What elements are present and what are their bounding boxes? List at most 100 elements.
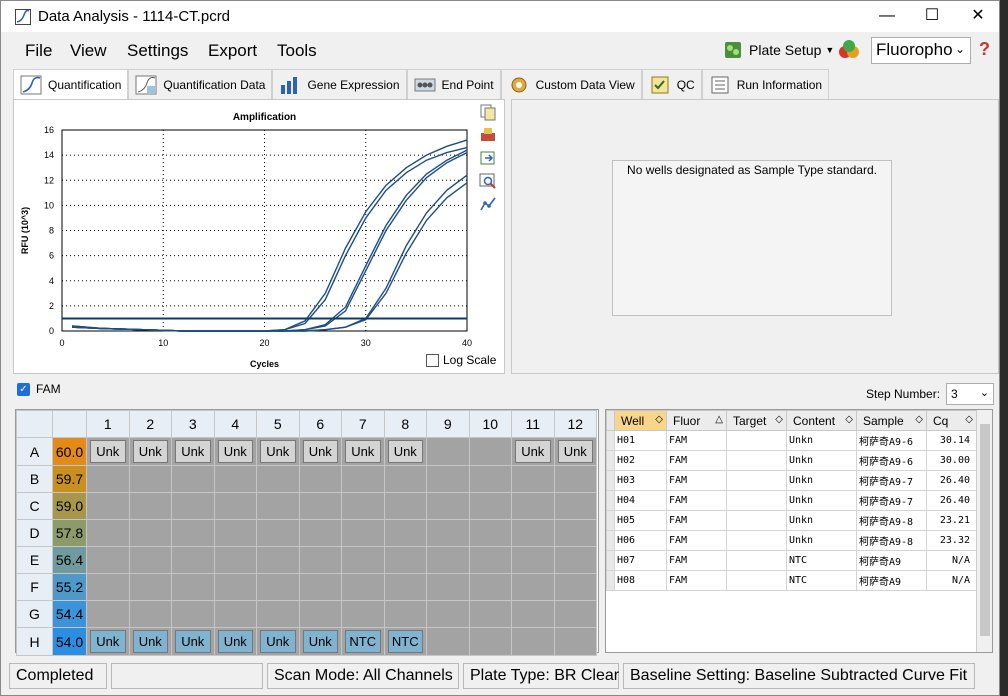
plate-well[interactable] [426, 573, 470, 601]
plate-well[interactable] [383, 519, 427, 547]
plate-well[interactable] [213, 519, 257, 547]
plate-column-header[interactable]: 3 [171, 410, 215, 438]
row-selector[interactable] [606, 430, 615, 451]
row-selector[interactable] [606, 530, 615, 551]
plate-well[interactable] [213, 573, 257, 601]
sort-icon[interactable]: ◇ [775, 414, 783, 425]
fluorophore-color-icon[interactable] [837, 38, 861, 62]
plate-well[interactable] [341, 519, 385, 547]
plate-well[interactable] [553, 546, 597, 574]
tab-quantification-data[interactable]: Quantification Data [128, 69, 273, 99]
plate-column-header[interactable]: 2 [128, 410, 172, 438]
plate-well[interactable] [128, 519, 172, 547]
sort-icon[interactable]: ◇ [915, 414, 923, 425]
help-icon[interactable]: ? [979, 39, 990, 60]
plate-well[interactable] [468, 600, 512, 628]
plate-well[interactable] [213, 546, 257, 574]
plate-row-header[interactable]: G [16, 600, 53, 628]
plate-row-header[interactable]: D [16, 519, 53, 547]
plate-well[interactable] [511, 465, 555, 493]
plate-well[interactable] [553, 519, 597, 547]
table-row[interactable]: H07 FAM NTC 柯萨奇A9 N/A [606, 550, 977, 571]
plate-well[interactable] [383, 600, 427, 628]
plate-column-header[interactable]: 10 [468, 410, 512, 438]
plate-well[interactable] [426, 627, 470, 656]
plate-well[interactable] [511, 573, 555, 601]
plate-corner[interactable] [16, 410, 53, 438]
well-table-scrollbar[interactable] [976, 410, 992, 652]
plate-well[interactable] [426, 465, 470, 493]
plate-row-header[interactable]: C [16, 492, 53, 520]
table-row[interactable]: H01 FAM Unkn 柯萨奇A9-6 30.14 [606, 430, 977, 451]
plate-well[interactable]: Unk [511, 437, 555, 466]
plate-well[interactable] [341, 546, 385, 574]
menu-tools[interactable]: Tools [277, 41, 317, 61]
menu-export[interactable]: Export [208, 41, 257, 61]
plate-well[interactable] [213, 600, 257, 628]
plate-well[interactable] [86, 600, 130, 628]
plate-column-header[interactable]: 11 [511, 410, 555, 438]
menu-file[interactable]: File [25, 41, 52, 61]
plate-well[interactable] [171, 573, 215, 601]
plate-well[interactable] [426, 492, 470, 520]
plate-column-header[interactable]: 1 [86, 410, 130, 438]
plate-well[interactable]: Unk [86, 627, 130, 656]
close-button[interactable]: ✕ [958, 5, 998, 27]
plate-well[interactable] [511, 492, 555, 520]
plate-well[interactable] [171, 519, 215, 547]
plate-well[interactable] [511, 519, 555, 547]
plate-well[interactable]: Unk [171, 627, 215, 656]
plate-well[interactable] [171, 546, 215, 574]
plate-well[interactable] [213, 492, 257, 520]
checkbox-checked-icon[interactable]: ✓ [17, 382, 30, 396]
plate-well[interactable] [256, 600, 300, 628]
plate-well[interactable] [468, 573, 512, 601]
plate-well[interactable]: Unk [298, 437, 342, 466]
table-row[interactable]: H08 FAM NTC 柯萨奇A9 N/A [606, 570, 977, 591]
row-selector[interactable] [606, 450, 615, 471]
tab-gene-expression[interactable]: Gene Expression [272, 69, 407, 99]
column-header[interactable]: Well ◇ [614, 410, 667, 431]
plate-column-header[interactable]: 12 [553, 410, 597, 438]
tab-end-point[interactable]: End Point [406, 69, 501, 99]
column-header[interactable]: Sample ◇ [856, 410, 927, 431]
plate-well[interactable]: Unk [128, 627, 172, 656]
plate-well[interactable] [468, 519, 512, 547]
plate-well[interactable] [86, 573, 130, 601]
plate-well[interactable] [468, 465, 512, 493]
plate-setup-button[interactable]: Plate Setup ▼ [721, 37, 834, 63]
zoom-chart-icon[interactable] [479, 172, 497, 190]
plate-well[interactable] [426, 600, 470, 628]
plate-well[interactable]: Unk [553, 437, 597, 466]
table-row[interactable]: H02 FAM Unkn 柯萨奇A9-6 30.00 [606, 450, 977, 471]
plate-well[interactable]: NTC [383, 627, 427, 656]
plate-well[interactable] [511, 600, 555, 628]
plate-well[interactable] [298, 519, 342, 547]
tab-run-information[interactable]: Run Information [701, 69, 830, 99]
plate-column-header[interactable]: 7 [341, 410, 385, 438]
plate-well[interactable] [171, 600, 215, 628]
plate-well[interactable] [553, 627, 597, 656]
plate-column-header[interactable]: 9 [426, 410, 470, 438]
table-row[interactable]: H06 FAM Unkn 柯萨奇A9-8 23.32 [606, 530, 977, 551]
plate-well[interactable] [553, 573, 597, 601]
column-header[interactable]: Fluor △ [666, 410, 727, 431]
plate-well[interactable] [426, 437, 470, 466]
plate-well[interactable] [298, 492, 342, 520]
plate-well[interactable] [383, 573, 427, 601]
plate-well[interactable] [298, 600, 342, 628]
menu-settings[interactable]: Settings [127, 41, 188, 61]
plate-well[interactable] [341, 465, 385, 493]
plate-well[interactable] [511, 627, 555, 656]
row-selector[interactable] [606, 490, 615, 511]
plate-well[interactable]: Unk [128, 437, 172, 466]
plate-well[interactable] [341, 492, 385, 520]
plate-well[interactable] [86, 492, 130, 520]
sort-icon[interactable]: ◇ [655, 414, 663, 425]
plate-well[interactable] [468, 492, 512, 520]
plate-well[interactable] [468, 627, 512, 656]
fam-toggle[interactable]: ✓ FAM [17, 382, 61, 396]
column-header[interactable]: Cq ◇ [926, 410, 977, 431]
plate-well[interactable] [256, 465, 300, 493]
plate-well[interactable] [128, 492, 172, 520]
